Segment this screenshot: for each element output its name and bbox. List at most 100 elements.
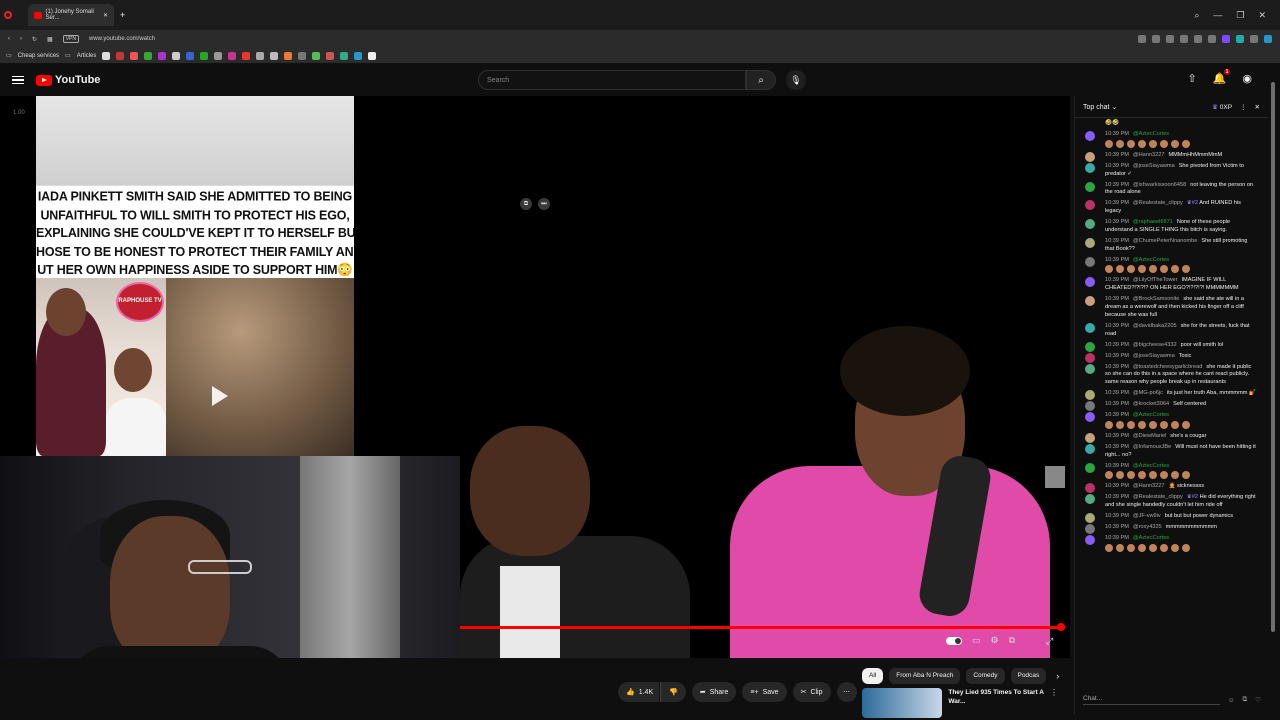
emoji-icon[interactable]: ☺ [1228,697,1235,704]
chat-author[interactable]: @bigcheese4332 [1133,342,1177,348]
extension-icon[interactable] [1152,35,1160,43]
chat-author[interactable]: @JF-vw9iv [1133,513,1161,519]
chip-all[interactable]: All [862,668,884,684]
bookmark-icon[interactable] [256,51,265,60]
chat-author[interactable]: @ChumePeterNnanombe [1133,238,1197,244]
chat-avatar[interactable] [1085,390,1095,401]
bookmark-icon[interactable] [312,51,321,60]
bookmark-icon[interactable] [186,51,195,60]
autoplay-toggle[interactable] [946,637,962,645]
chat-author[interactable]: @AztecCortes [1133,463,1169,469]
chat-author[interactable]: @toastedcheesygarlicbread [1133,364,1202,370]
extension-icon[interactable] [1194,35,1202,43]
dislike-button[interactable]: 👎 [660,682,686,702]
opera-logo-icon[interactable] [4,11,12,19]
bookmark-icon[interactable] [228,51,237,60]
chat-message[interactable]: 10:39 PM @Realestate_clippy ♛#2 And RUINED… [1085,200,1257,216]
fullscreen-icon[interactable]: ⤢ [1046,636,1053,647]
chat-message[interactable]: 10:39 PM @LilyOfTheTower IMAGINE IF WILL C… [1085,277,1257,293]
chat-author[interactable]: @DiewMariel [1133,433,1166,439]
bookmark-icon[interactable] [172,51,181,60]
progress-bar[interactable] [460,623,1065,631]
chat-message[interactable]: 10:39 PM @AztecCortes [1085,256,1257,275]
chat-message-list[interactable]: 🤣🤣 10:39 PM @AztecCortes 10:39 PM @Hann3227 M… [1075,118,1265,684]
extension-icon[interactable] [1250,35,1258,43]
chat-author[interactable]: @AztecCortes [1133,131,1169,137]
reload-icon[interactable]: ↻ [32,36,37,43]
settings-icon[interactable]: ⚙ [991,635,999,646]
browser-tab[interactable]: (1) Jonehy Somali Ser... ✕ [28,4,114,26]
chat-avatar[interactable] [1085,352,1095,363]
more-icon[interactable]: ⋮ [1050,688,1058,720]
recommended-thumbnail[interactable] [862,688,943,718]
chat-author[interactable]: @raphaeel6871 [1133,219,1173,225]
chat-avatar[interactable] [1085,256,1095,267]
close-chat-icon[interactable]: ✕ [1255,103,1260,111]
back-icon[interactable]: ‹ [8,36,10,42]
chat-avatar[interactable] [1085,524,1095,535]
chat-mode-dropdown[interactable]: Top chat ⌄ [1083,103,1117,111]
chat-message[interactable]: 10:39 PM @AztecCortes [1085,412,1257,430]
chevron-right-icon[interactable]: › [1056,671,1059,681]
chat-message[interactable]: 10:39 PM @MG-po6jc its just her truth Aba,… [1085,390,1257,401]
bookmark-cheap-services[interactable]: Cheap services [18,53,59,59]
chat-avatar[interactable] [1085,401,1095,412]
chat-avatar[interactable] [1085,412,1095,423]
chat-author[interactable]: @AztecCortes [1133,412,1169,418]
chat-avatar[interactable] [1085,432,1095,443]
chat-message[interactable]: 10:39 PM @ChumePeterNnanombe She still pro… [1085,237,1257,254]
youtube-logo[interactable]: YouTube [36,74,100,86]
bookmark-icon[interactable] [116,51,125,60]
tabs-grid-icon[interactable]: ▦ [47,36,53,43]
bookmark-icon[interactable] [326,51,335,60]
extension-icon[interactable] [1166,35,1174,43]
search-input[interactable]: Search [478,70,746,90]
chat-avatar[interactable] [1085,535,1095,546]
chat-message[interactable]: 10:39 PM @AztecCortes [1085,130,1257,149]
chat-author[interactable]: @krocket3064 [1133,401,1169,407]
chat-message[interactable]: 10:39 PM @JF-vw9iv but but but power dynam… [1085,513,1257,524]
chat-message[interactable]: 10:39 PM @DiewMariel she's a cougar [1085,432,1257,443]
chat-author[interactable]: @joseSiayawma [1133,163,1175,169]
bookmark-icon[interactable] [200,51,209,60]
bookmark-icon[interactable] [242,51,251,60]
page-scrollbar[interactable] [1270,80,1276,680]
extension-icon[interactable] [1208,35,1216,43]
chat-author[interactable]: @Hann3227 [1133,152,1165,158]
chat-message[interactable]: 10:39 PM @toastedcheesygarlicbread she mad… [1085,363,1257,387]
chat-avatar[interactable] [1085,363,1095,374]
chat-avatar[interactable] [1085,151,1095,162]
chat-message[interactable]: 10:39 PM @InfamousJBe Will must not have b… [1085,443,1257,460]
bookmark-icon[interactable] [214,51,223,60]
chat-message[interactable]: 10:39 PM @Hann3227 🤦 sicknessss [1085,483,1257,494]
extension-icon[interactable] [1138,35,1146,43]
chip-comedy[interactable]: Comedy [966,668,1005,684]
progress-scrubber[interactable] [1057,623,1065,631]
close-window-icon[interactable]: ✕ [1258,10,1266,21]
minimize-icon[interactable]: — [1213,10,1222,21]
chat-message[interactable]: 10:39 PM @ishwarkissoon6458 not leaving th… [1085,181,1257,198]
subtitles-icon[interactable]: ▭ [972,635,981,646]
like-button[interactable]: 👍 1.4K [618,682,660,702]
new-tab-icon[interactable]: + [120,10,125,20]
chat-avatar[interactable] [1085,322,1095,333]
menu-icon[interactable] [12,75,24,85]
chat-message[interactable]: 10:39 PM @roxy4325 mmmmmmmmmmm [1085,524,1257,535]
chat-avatar[interactable] [1085,462,1095,473]
chat-author[interactable]: @MG-po6jc [1133,390,1163,396]
url-field[interactable]: www.youtube.com/watch [89,36,155,42]
chat-message[interactable]: 10:39 PM @AztecCortes [1085,462,1257,481]
chat-author[interactable]: @Realestate_clippy [1133,494,1183,500]
bookmark-icon[interactable] [130,51,139,60]
chat-author[interactable]: @Realestate_clippy [1133,200,1183,206]
bookmark-icon[interactable] [158,51,167,60]
share-button[interactable]: ➦ Share [691,682,737,702]
xp-badge[interactable]: ♛ 0XP [1212,103,1232,111]
search-tabs-icon[interactable]: ⌕ [1194,10,1199,21]
chat-input[interactable]: Chat... [1083,695,1220,705]
chat-avatar[interactable] [1085,130,1095,141]
miniplayer-icon[interactable]: ⧉ [1009,635,1015,646]
bookmark-articles[interactable]: Articles [77,53,97,59]
chat-avatar[interactable] [1085,341,1095,352]
bookmark-icon[interactable] [284,51,293,60]
